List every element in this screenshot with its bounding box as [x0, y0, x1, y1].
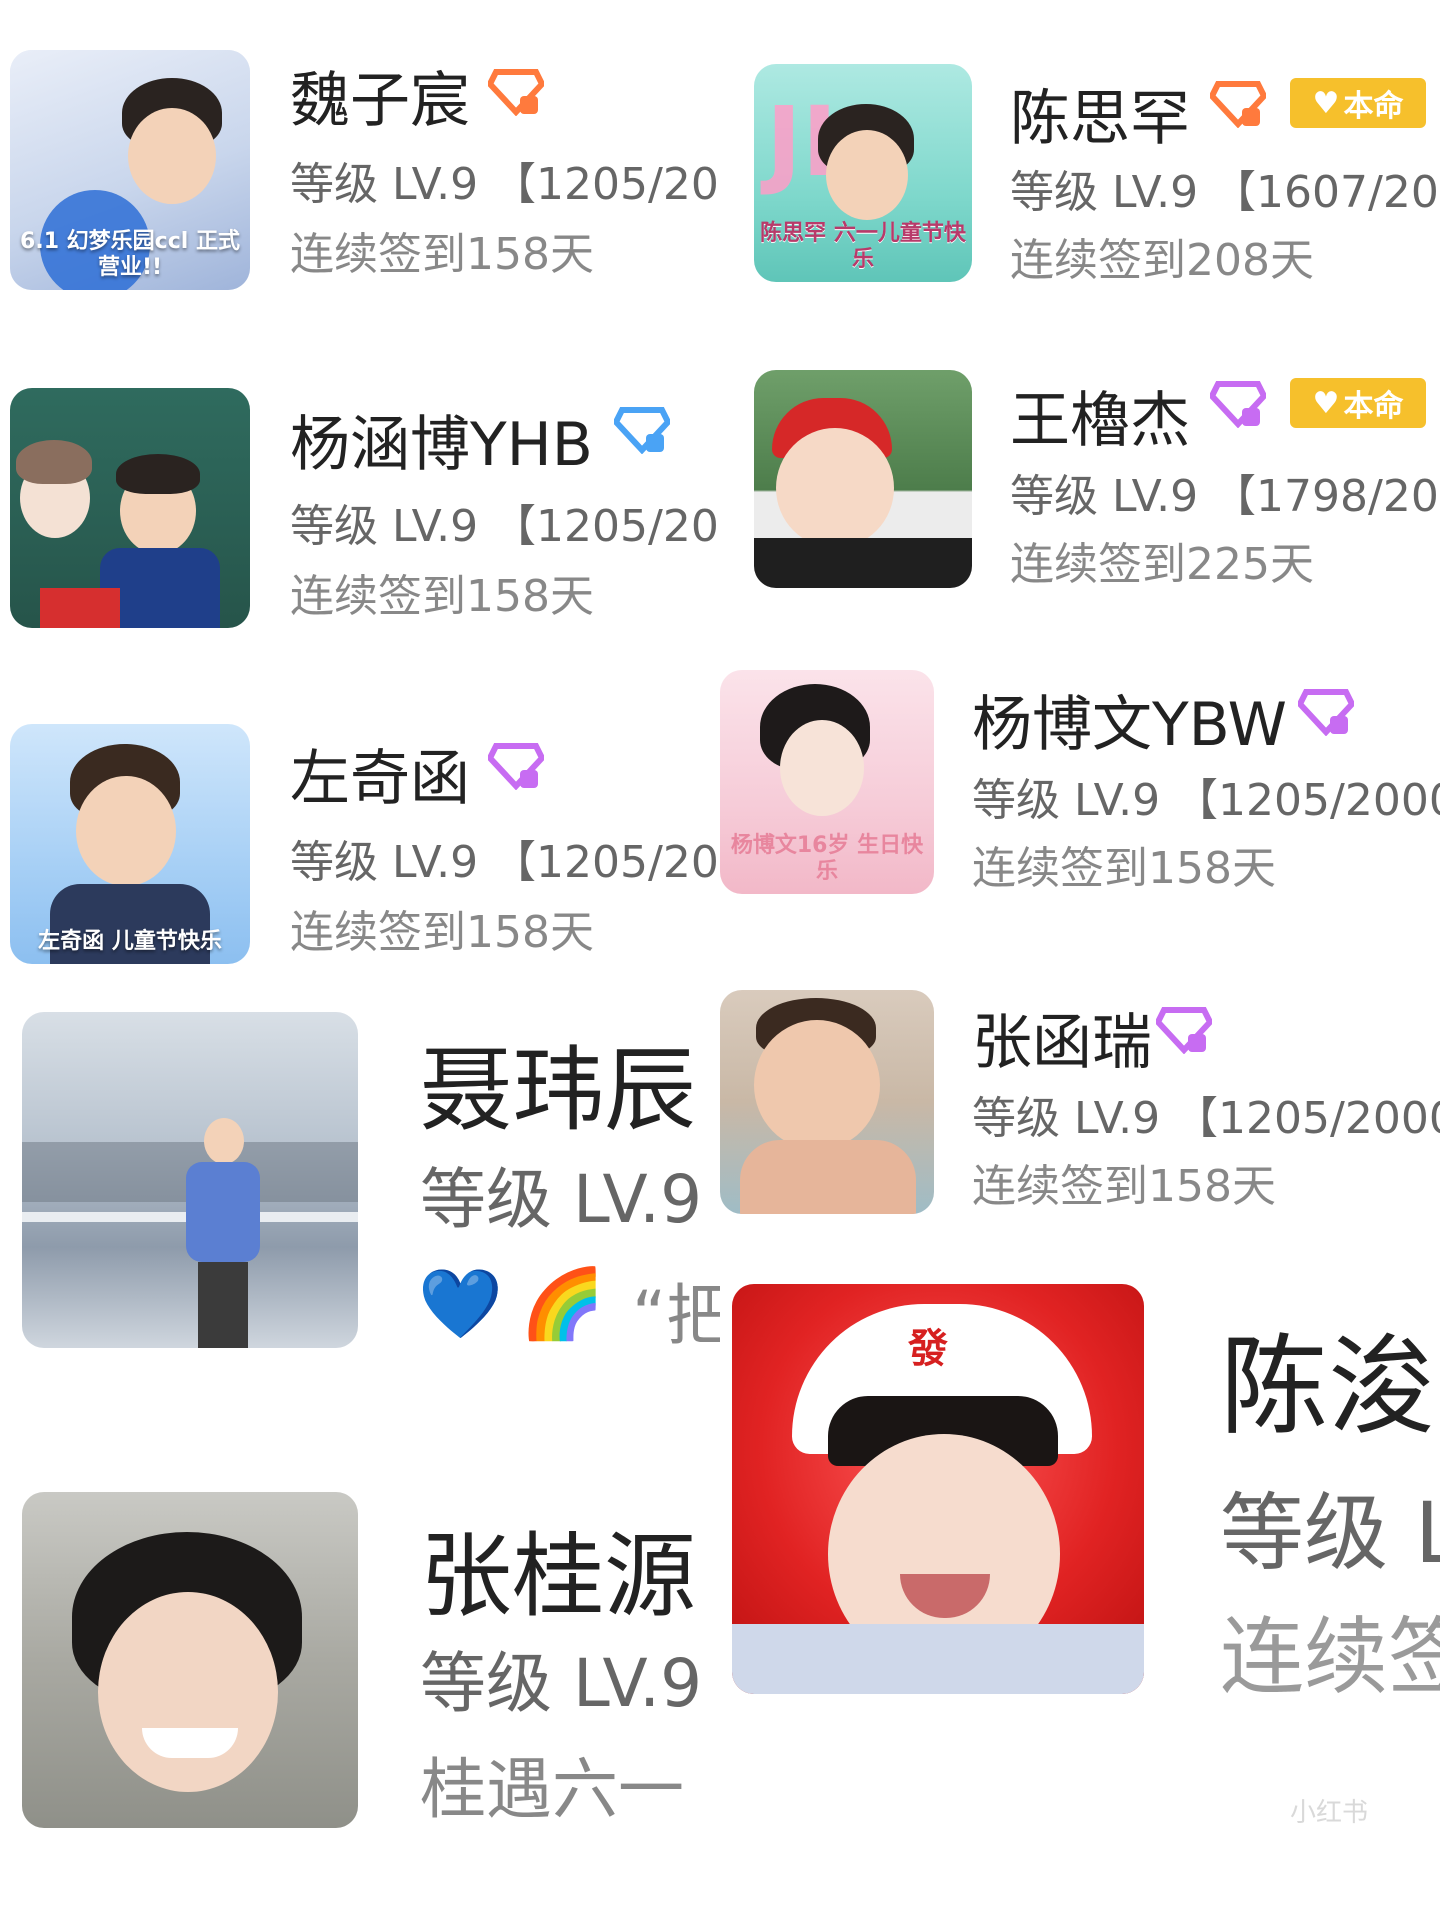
- user-name: 聂玮辰: [420, 1037, 697, 1144]
- user-name: 杨涵博YHB: [290, 410, 593, 480]
- avatar-mark: 發: [908, 1326, 948, 1372]
- diamond-icon: [1210, 81, 1266, 128]
- user-level: 等级 LV.9 【1205/20: [290, 837, 719, 888]
- user-name: 左奇函: [290, 744, 470, 814]
- profile-card[interactable]: 6.1 幻梦乐园ccl 正式营业!! 魏子宸 等级 LV.9 【1205/20 …: [0, 40, 720, 300]
- checkin-streak: 连续签到225天: [1010, 539, 1314, 590]
- profile-card[interactable]: 左奇函 儿童节快乐 左奇函 等级 LV.9 【1205/20 连续签到158天: [0, 716, 720, 976]
- profile-card[interactable]: 杨博文16岁 生日快乐 杨博文YBW 等级 LV.9 【1205/2000 连续…: [720, 660, 1440, 920]
- checkin-streak: 连续签到158天: [290, 907, 594, 958]
- user-level: 等级 LV.9: [420, 1645, 703, 1722]
- user-name: 张函瑞: [972, 1008, 1152, 1078]
- profile-card[interactable]: 聂玮辰 等级 LV.9 💙 🌈 “把: [0, 1000, 720, 1360]
- user-name: 张桂源: [420, 1523, 697, 1630]
- user-name: 杨博文YBW: [972, 690, 1287, 760]
- avatar-caption: 6.1 幻梦乐园ccl 正式营业!!: [20, 229, 240, 280]
- user-level: 等级 LV.9 【1205/20: [290, 159, 719, 210]
- avatar[interactable]: [720, 990, 934, 1214]
- avatar[interactable]: [10, 388, 250, 628]
- user-level: 等级 LV.9 【1607/200: [1010, 167, 1440, 218]
- avatar[interactable]: 6.1 幻梦乐园ccl 正式营业!!: [10, 50, 250, 290]
- avatar[interactable]: [22, 1492, 358, 1828]
- user-name: 陈思罕: [1010, 84, 1190, 154]
- user-name: 陈浚: [1220, 1325, 1437, 1450]
- user-name: 魏子宸: [290, 66, 470, 136]
- diamond-icon: [1210, 381, 1266, 428]
- user-level: 等级 L: [1220, 1484, 1440, 1582]
- user-level: 等级 LV.9: [420, 1161, 703, 1238]
- diamond-icon: [614, 407, 670, 454]
- checkin-streak: 连续签到158天: [972, 843, 1276, 894]
- avatar[interactable]: 左奇函 儿童节快乐: [10, 724, 250, 964]
- profile-card[interactable]: JK 陈思罕 六一儿童节快乐 陈思罕 ♥本命 等级 LV.9 【1607/200…: [740, 60, 1440, 300]
- user-name: 王櫓杰: [1010, 386, 1190, 456]
- avatar[interactable]: JK 陈思罕 六一儿童节快乐: [754, 64, 972, 282]
- avatar[interactable]: [22, 1012, 358, 1348]
- avatar-caption: 陈思罕 六一儿童节快乐: [760, 221, 966, 272]
- avatar-caption: 杨博文16岁 生日快乐: [730, 833, 924, 884]
- checkin-streak: 连续签: [1220, 1608, 1440, 1706]
- avatar[interactable]: 杨博文16岁 生日快乐: [720, 670, 934, 894]
- heart-emoji: 💙: [418, 1265, 503, 1344]
- diamond-icon: [1156, 1007, 1212, 1054]
- avatar-caption: 左奇函 儿童节快乐: [38, 928, 222, 954]
- heart-icon: ♥: [1312, 85, 1340, 121]
- avatar[interactable]: 發: [732, 1284, 1144, 1694]
- user-level: 等级 LV.9 【1798/200: [1010, 471, 1440, 522]
- profile-card[interactable]: 张桂源 等级 LV.9 桂遇六一: [0, 1480, 720, 1840]
- bio-text: “把: [632, 1277, 720, 1354]
- avatar[interactable]: [754, 370, 972, 588]
- checkin-streak: 连续签到158天: [290, 571, 594, 622]
- profile-card[interactable]: 张函瑞 等级 LV.9 【1205/2000 连续签到158天: [720, 980, 1440, 1220]
- bias-badge: ♥ 本命: [1290, 378, 1426, 428]
- profile-card[interactable]: 王櫓杰 ♥ 本命 等级 LV.9 【1798/200 连续签到225天: [740, 360, 1440, 600]
- rainbow-emoji: 🌈: [520, 1265, 605, 1344]
- profile-card[interactable]: 發 陈浚 等级 L 连续签: [720, 1260, 1440, 1740]
- user-level: 等级 LV.9 【1205/2000: [972, 1093, 1440, 1144]
- user-level: 等级 LV.9 【1205/20: [290, 501, 719, 552]
- heart-icon: ♥: [1312, 385, 1340, 421]
- diamond-icon: [488, 743, 544, 790]
- profile-card[interactable]: 杨涵博YHB 等级 LV.9 【1205/20 连续签到158天: [0, 380, 720, 640]
- diamond-icon: [488, 69, 544, 116]
- checkin-streak: 连续签到158天: [972, 1161, 1276, 1212]
- watermark: 小红书: [1290, 1798, 1369, 1828]
- user-level: 等级 LV.9 【1205/2000: [972, 775, 1440, 826]
- bias-badge: ♥ 本命: [1290, 78, 1426, 128]
- checkin-streak: 连续签到158天: [290, 229, 594, 280]
- diamond-icon: [1298, 689, 1354, 736]
- checkin-streak: 连续签到208天: [1010, 235, 1314, 286]
- bio-text: 桂遇六一: [420, 1751, 684, 1828]
